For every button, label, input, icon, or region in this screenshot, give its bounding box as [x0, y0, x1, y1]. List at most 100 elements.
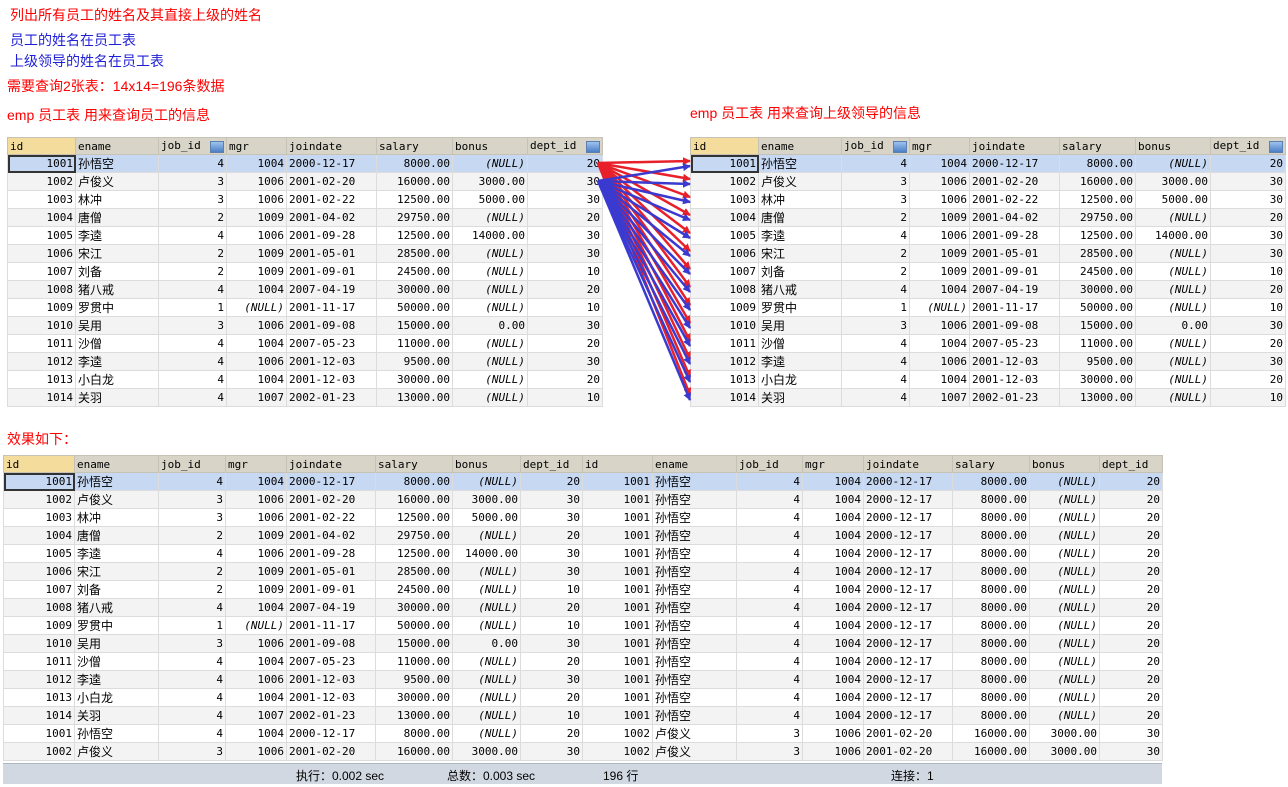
cell-salary[interactable]: 24500.00	[376, 262, 453, 281]
column-header[interactable]: id	[3, 455, 75, 473]
cell-bonus[interactable]: (NULL)	[452, 616, 521, 635]
cell-bonus[interactable]: (NULL)	[452, 598, 521, 617]
cell-salary[interactable]: 16000.00	[1059, 172, 1136, 191]
column-header[interactable]: joindate	[286, 137, 377, 155]
cell-bonus[interactable]: (NULL)	[452, 562, 521, 581]
cell-joindate[interactable]: 2001-02-22	[286, 190, 377, 209]
cell-bonus[interactable]: 3000.00	[452, 172, 528, 191]
cell-joindate[interactable]: 2007-04-19	[969, 280, 1060, 299]
cell-job_id[interactable]: 2	[841, 262, 910, 281]
cell-mgr[interactable]: 1006	[225, 490, 287, 509]
cell-mgr[interactable]: 1004	[225, 472, 287, 491]
cell-job_id[interactable]: 4	[736, 562, 803, 581]
cell-joindate[interactable]: 2001-05-01	[286, 244, 377, 263]
cell-mgr[interactable]: 1006	[225, 544, 287, 563]
cell-salary[interactable]: 12500.00	[375, 544, 453, 563]
cell-job_id[interactable]: 4	[736, 526, 803, 545]
cell-joindate[interactable]: 2001-09-01	[286, 580, 376, 599]
cell-job_id[interactable]: 1	[158, 616, 226, 635]
column-header[interactable]: salary	[1059, 137, 1136, 155]
cell-bonus[interactable]: (NULL)	[452, 262, 528, 281]
cell-ename[interactable]: 沙僧	[75, 334, 159, 353]
cell-ename[interactable]: 卢俊义	[74, 742, 159, 761]
cell-dept_id[interactable]: 30	[1210, 226, 1286, 245]
cell-joindate[interactable]: 2000-12-17	[863, 472, 953, 491]
table-row[interactable]: 1011 沙僧 4 1004 2007-05-23 11000.00 (NULL) 20 100…	[3, 652, 1163, 671]
table-row[interactable]: 1004 唐僧 2 1009 2001-04-02 29750.00 (NULL) 20	[690, 208, 1286, 227]
cell-id[interactable]: 1001	[582, 670, 653, 689]
cell-job_id[interactable]: 3	[841, 190, 910, 209]
cell-bonus[interactable]: (NULL)	[1029, 580, 1100, 599]
cell-ename[interactable]: 罗贯中	[758, 298, 842, 317]
cell-mgr[interactable]: 1004	[802, 598, 864, 617]
cell-job_id[interactable]: 4	[158, 598, 226, 617]
cell-dept_id[interactable]: 20	[1210, 280, 1286, 299]
cell-job_id[interactable]: 4	[158, 226, 227, 245]
cell-ename[interactable]: 宋江	[74, 562, 159, 581]
cell-id[interactable]: 1001	[582, 580, 653, 599]
table-row[interactable]: 1001 孙悟空 4 1004 2000-12-17 8000.00 (NULL) 20 100…	[3, 472, 1163, 491]
table-row[interactable]: 1001 孙悟空 4 1004 2000-12-17 8000.00 (NULL) 20	[690, 154, 1286, 173]
column-header[interactable]: ename	[652, 455, 737, 473]
cell-job_id[interactable]: 4	[736, 652, 803, 671]
cell-salary[interactable]: 8000.00	[952, 526, 1030, 545]
cell-dept_id[interactable]: 10	[520, 580, 583, 599]
column-header[interactable]: job_id	[158, 137, 227, 155]
filter-icon[interactable]	[1269, 141, 1283, 153]
cell-ename[interactable]: 卢俊义	[652, 724, 737, 743]
table-row[interactable]: 1001 孙悟空 4 1004 2000-12-17 8000.00 (NULL) 20	[7, 154, 603, 173]
cell-id[interactable]: 1001	[582, 562, 653, 581]
cell-joindate[interactable]: 2001-11-17	[286, 616, 376, 635]
cell-mgr[interactable]: 1006	[225, 742, 287, 761]
cell-dept_id[interactable]: 30	[520, 490, 583, 509]
cell-job_id[interactable]: 2	[158, 208, 227, 227]
cell-dept_id[interactable]: 20	[1099, 616, 1163, 635]
table-row[interactable]: 1009 罗贯中 1 (NULL) 2001-11-17 50000.00 (NULL) 10	[7, 298, 603, 317]
cell-job_id[interactable]: 4	[841, 226, 910, 245]
cell-mgr[interactable]: 1004	[226, 370, 287, 389]
cell-ename[interactable]: 李逵	[74, 544, 159, 563]
cell-dept_id[interactable]: 20	[520, 652, 583, 671]
cell-job_id[interactable]: 4	[736, 688, 803, 707]
cell-salary[interactable]: 8000.00	[375, 472, 453, 491]
cell-ename[interactable]: 孙悟空	[652, 706, 737, 725]
cell-id[interactable]: 1003	[3, 508, 75, 527]
cell-dept_id[interactable]: 30	[1210, 244, 1286, 263]
cell-job_id[interactable]: 4	[841, 280, 910, 299]
cell-id[interactable]: 1014	[690, 388, 759, 407]
cell-joindate[interactable]: 2000-12-17	[863, 580, 953, 599]
cell-salary[interactable]: 8000.00	[375, 724, 453, 743]
cell-ename[interactable]: 孙悟空	[652, 616, 737, 635]
cell-salary[interactable]: 15000.00	[1059, 316, 1136, 335]
cell-id[interactable]: 1001	[582, 490, 653, 509]
cell-id[interactable]: 1010	[3, 634, 75, 653]
cell-ename[interactable]: 关羽	[74, 706, 159, 725]
cell-id[interactable]: 1001	[582, 544, 653, 563]
cell-mgr[interactable]: 1004	[802, 706, 864, 725]
table-row[interactable]: 1013 小白龙 4 1004 2001-12-03 30000.00 (NULL) 20 10…	[3, 688, 1163, 707]
cell-dept_id[interactable]: 20	[1099, 598, 1163, 617]
cell-dept_id[interactable]: 20	[1210, 370, 1286, 389]
table-row[interactable]: 1009 罗贯中 1 (NULL) 2001-11-17 50000.00 (NULL) 10	[690, 298, 1286, 317]
cell-salary[interactable]: 30000.00	[1059, 280, 1136, 299]
cell-ename[interactable]: 孙悟空	[652, 526, 737, 545]
cell-mgr[interactable]: 1004	[225, 598, 287, 617]
cell-bonus[interactable]: (NULL)	[1029, 526, 1100, 545]
cell-joindate[interactable]: 2000-12-17	[863, 688, 953, 707]
cell-salary[interactable]: 12500.00	[1059, 190, 1136, 209]
cell-salary[interactable]: 30000.00	[376, 370, 453, 389]
cell-id[interactable]: 1011	[690, 334, 759, 353]
cell-mgr[interactable]: 1006	[802, 724, 864, 743]
cell-ename[interactable]: 孙悟空	[652, 508, 737, 527]
cell-mgr[interactable]: 1006	[226, 172, 287, 191]
cell-bonus[interactable]: 5000.00	[452, 190, 528, 209]
cell-bonus[interactable]: 0.00	[452, 316, 528, 335]
cell-job_id[interactable]: 4	[736, 670, 803, 689]
cell-dept_id[interactable]: 20	[1099, 544, 1163, 563]
cell-job_id[interactable]: 3	[841, 316, 910, 335]
cell-mgr[interactable]: 1004	[225, 652, 287, 671]
cell-dept_id[interactable]: 30	[520, 508, 583, 527]
cell-id[interactable]: 1004	[690, 208, 759, 227]
cell-salary[interactable]: 8000.00	[952, 544, 1030, 563]
cell-mgr[interactable]: 1004	[226, 154, 287, 173]
